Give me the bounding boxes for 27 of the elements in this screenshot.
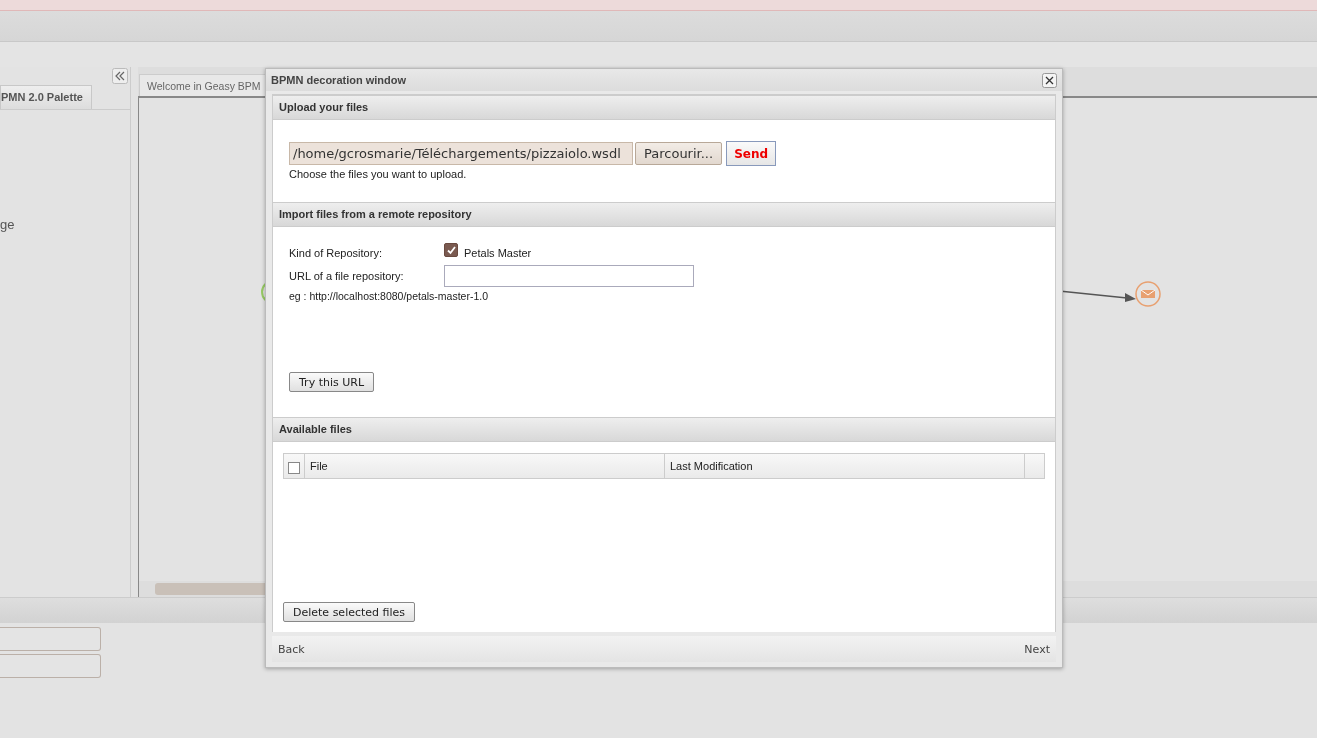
palette-item[interactable]: ge <box>0 217 15 232</box>
column-header[interactable]: File <box>305 454 665 478</box>
field-label: URL of a file repository: <box>289 270 405 282</box>
section-header: Import files from a remote repository <box>273 202 1055 227</box>
browse-button[interactable]: Parcourir... <box>635 142 723 165</box>
delete-files-button[interactable]: Delete selected files <box>283 602 416 622</box>
hint-text: Choose the files you want to upload. <box>289 168 468 180</box>
checkbox-label: Petals Master <box>464 247 532 259</box>
back-button[interactable]: Back <box>278 642 305 656</box>
input-field[interactable] <box>0 627 101 651</box>
url-field[interactable] <box>444 265 694 287</box>
section-header: Upload your files <box>273 95 1055 120</box>
column-header[interactable]: Last Modification <box>665 454 1025 478</box>
palette-tab[interactable]: PMN 2.0 Palette <box>0 85 92 109</box>
file-path-field[interactable]: /home/gcrosmarie/Téléchargements/pizzaiolo.wsdl <box>289 142 633 165</box>
example-text: eg : http://localhost:8080/petals-master-1.0 <box>289 290 490 302</box>
try-url-button[interactable]: Try this URL <box>289 372 375 392</box>
collapse-icon[interactable] <box>112 68 128 84</box>
section-header: Available files <box>273 417 1055 442</box>
close-icon[interactable] <box>1042 72 1057 88</box>
send-button[interactable]: Send <box>726 141 777 166</box>
checkbox[interactable] <box>444 243 458 257</box>
next-button[interactable]: Next <box>1024 642 1050 656</box>
input-field[interactable] <box>0 654 101 678</box>
message-end-event-icon <box>1135 281 1161 307</box>
select-all-checkbox[interactable] <box>288 462 300 474</box>
field-label: Kind of Repository: <box>289 247 383 259</box>
